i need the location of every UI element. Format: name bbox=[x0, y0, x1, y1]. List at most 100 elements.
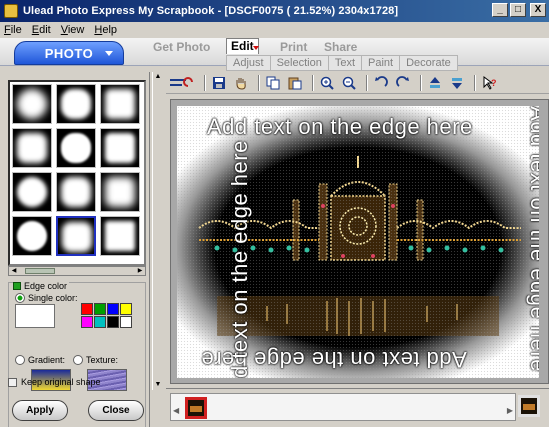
single-color-radio[interactable] bbox=[15, 293, 25, 303]
edge-preset-5[interactable] bbox=[56, 128, 96, 168]
scrollbar-thumb[interactable] bbox=[25, 268, 55, 274]
help-icon[interactable]: ? bbox=[480, 74, 498, 92]
subtab-decorate[interactable]: Decorate bbox=[400, 56, 457, 70]
edge-preset-12[interactable] bbox=[100, 216, 140, 256]
toolbar-separator bbox=[420, 74, 422, 91]
edge-preset-1[interactable] bbox=[12, 84, 52, 124]
toolbar-separator bbox=[366, 74, 368, 91]
copy-icon[interactable] bbox=[264, 74, 282, 92]
edit-subtabs: Adjust Selection Text Paint Decorate bbox=[226, 55, 458, 71]
edge-preset-9[interactable] bbox=[100, 172, 140, 212]
edge-text-top[interactable]: Add text on the edge here bbox=[207, 114, 473, 140]
filmstrip-right-icon[interactable]: ▶ bbox=[507, 406, 513, 415]
texture-radio[interactable] bbox=[73, 355, 83, 365]
toolbar-separator bbox=[312, 74, 314, 91]
edge-preset-6[interactable] bbox=[100, 128, 140, 168]
palette-color-yellow[interactable] bbox=[120, 303, 132, 315]
gradient-label: Gradient: bbox=[28, 355, 66, 365]
palette-color-red[interactable] bbox=[81, 303, 93, 315]
scroll-right-icon[interactable]: ▶ bbox=[135, 267, 145, 275]
filmstrip-tray: ◀ ▶ bbox=[170, 393, 516, 421]
apply-button[interactable]: Apply bbox=[12, 400, 68, 421]
edge-preset-4[interactable] bbox=[12, 128, 52, 168]
palette-color-blue[interactable] bbox=[107, 303, 119, 315]
splitter-up-icon[interactable]: ▲ bbox=[153, 72, 163, 82]
svg-text:?: ? bbox=[491, 78, 496, 88]
paste-icon[interactable] bbox=[286, 74, 304, 92]
zoom-in-icon[interactable] bbox=[318, 74, 336, 92]
texture-label: Texture: bbox=[86, 355, 119, 365]
subtab-text[interactable]: Text bbox=[329, 56, 363, 70]
save-icon[interactable] bbox=[210, 74, 228, 92]
edge-preset-3[interactable] bbox=[100, 84, 140, 124]
window-controls: _ □ X bbox=[492, 3, 546, 17]
palette-color-magenta[interactable] bbox=[81, 316, 93, 328]
edited-photo[interactable]: Add text on the edge here Add text on th… bbox=[177, 106, 539, 378]
subtab-adjust[interactable]: Adjust bbox=[227, 56, 271, 70]
image-canvas: Add text on the edge here Add text on th… bbox=[170, 99, 549, 384]
menu-file[interactable]: File bbox=[4, 24, 22, 36]
menu-edit[interactable]: Edit bbox=[32, 24, 51, 36]
palette-color-black[interactable] bbox=[107, 316, 119, 328]
chevron-down-icon bbox=[105, 51, 113, 56]
gradient-radio[interactable] bbox=[15, 355, 25, 365]
flip-down-icon[interactable] bbox=[448, 74, 466, 92]
keep-original-shape-label: Keep original shape bbox=[21, 377, 101, 387]
palette-color-green[interactable] bbox=[94, 303, 106, 315]
toolbar-separator bbox=[474, 74, 476, 91]
photo-mode-label: PHOTO bbox=[44, 45, 94, 61]
menu-view[interactable]: View bbox=[61, 24, 85, 36]
palette-color-white[interactable] bbox=[120, 316, 132, 328]
rotate-right-icon[interactable] bbox=[394, 74, 412, 92]
close-button[interactable]: Close bbox=[88, 400, 144, 421]
flip-up-icon[interactable] bbox=[426, 74, 444, 92]
filmstrip-thumbnail[interactable] bbox=[518, 395, 540, 417]
tab-get-photo[interactable]: Get Photo bbox=[153, 40, 210, 54]
close-window-button[interactable]: X bbox=[530, 3, 546, 17]
edge-effects-panel: ◀ ▶ Edge color Single color: Gradient: T… bbox=[0, 72, 150, 427]
rotate-left-icon[interactable] bbox=[372, 74, 390, 92]
edge-preset-10[interactable] bbox=[12, 216, 52, 256]
hand-icon[interactable] bbox=[232, 74, 250, 92]
edit-toolbar: ? bbox=[166, 72, 549, 94]
preset-scrollbar[interactable]: ◀ ▶ bbox=[8, 266, 146, 276]
splitter-down-icon[interactable]: ▼ bbox=[153, 380, 163, 390]
keep-original-shape[interactable]: Keep original shape bbox=[8, 377, 101, 387]
undo-icon[interactable] bbox=[166, 74, 196, 92]
zoom-out-icon[interactable] bbox=[340, 74, 358, 92]
subtab-selection[interactable]: Selection bbox=[271, 56, 329, 70]
texture-option[interactable]: Texture: bbox=[73, 355, 118, 365]
edge-color-icon bbox=[13, 282, 21, 290]
color-palette bbox=[81, 303, 132, 329]
tab-share[interactable]: Share bbox=[324, 40, 357, 54]
edge-preset-7[interactable] bbox=[12, 172, 52, 212]
minimize-button[interactable]: _ bbox=[492, 3, 508, 17]
edge-text-left[interactable]: Add text on the edge here bbox=[227, 140, 253, 378]
toolbar-separator bbox=[204, 74, 206, 91]
edge-preset-8[interactable] bbox=[56, 172, 96, 212]
tab-edit[interactable]: Edit bbox=[226, 38, 259, 54]
panel-splitter[interactable]: ▲ ▼ bbox=[152, 72, 162, 390]
title-bar: Ulead Photo Express My Scrapbook - [DSCF… bbox=[0, 0, 549, 22]
edge-color-label: Edge color bbox=[24, 281, 68, 291]
tab-print[interactable]: Print bbox=[280, 40, 307, 54]
keep-original-shape-checkbox[interactable] bbox=[8, 377, 17, 387]
edge-preset-grid bbox=[8, 80, 146, 266]
menu-bar: File Edit View Help bbox=[0, 22, 549, 38]
filmstrip-thumbnail-selected[interactable] bbox=[185, 397, 207, 419]
gradient-option[interactable]: Gradient: bbox=[15, 355, 65, 365]
scroll-left-icon[interactable]: ◀ bbox=[9, 267, 19, 275]
edge-preset-2[interactable] bbox=[56, 84, 96, 124]
single-color-option[interactable]: Single color: bbox=[15, 293, 78, 303]
edge-preset-11-selected[interactable] bbox=[56, 216, 96, 256]
maximize-button[interactable]: □ bbox=[510, 3, 526, 17]
filmstrip-left-icon[interactable]: ◀ bbox=[173, 406, 179, 415]
selected-color-swatch[interactable] bbox=[15, 304, 55, 328]
photo-filmstrip: ◀ ▶ bbox=[166, 388, 549, 427]
edge-text-right[interactable]: Add text on the edge here bbox=[525, 106, 539, 372]
single-color-label: Single color: bbox=[28, 293, 78, 303]
photo-mode-button[interactable]: PHOTO bbox=[14, 41, 124, 65]
subtab-paint[interactable]: Paint bbox=[362, 56, 401, 70]
palette-color-cyan[interactable] bbox=[94, 316, 106, 328]
menu-help[interactable]: Help bbox=[94, 24, 117, 36]
